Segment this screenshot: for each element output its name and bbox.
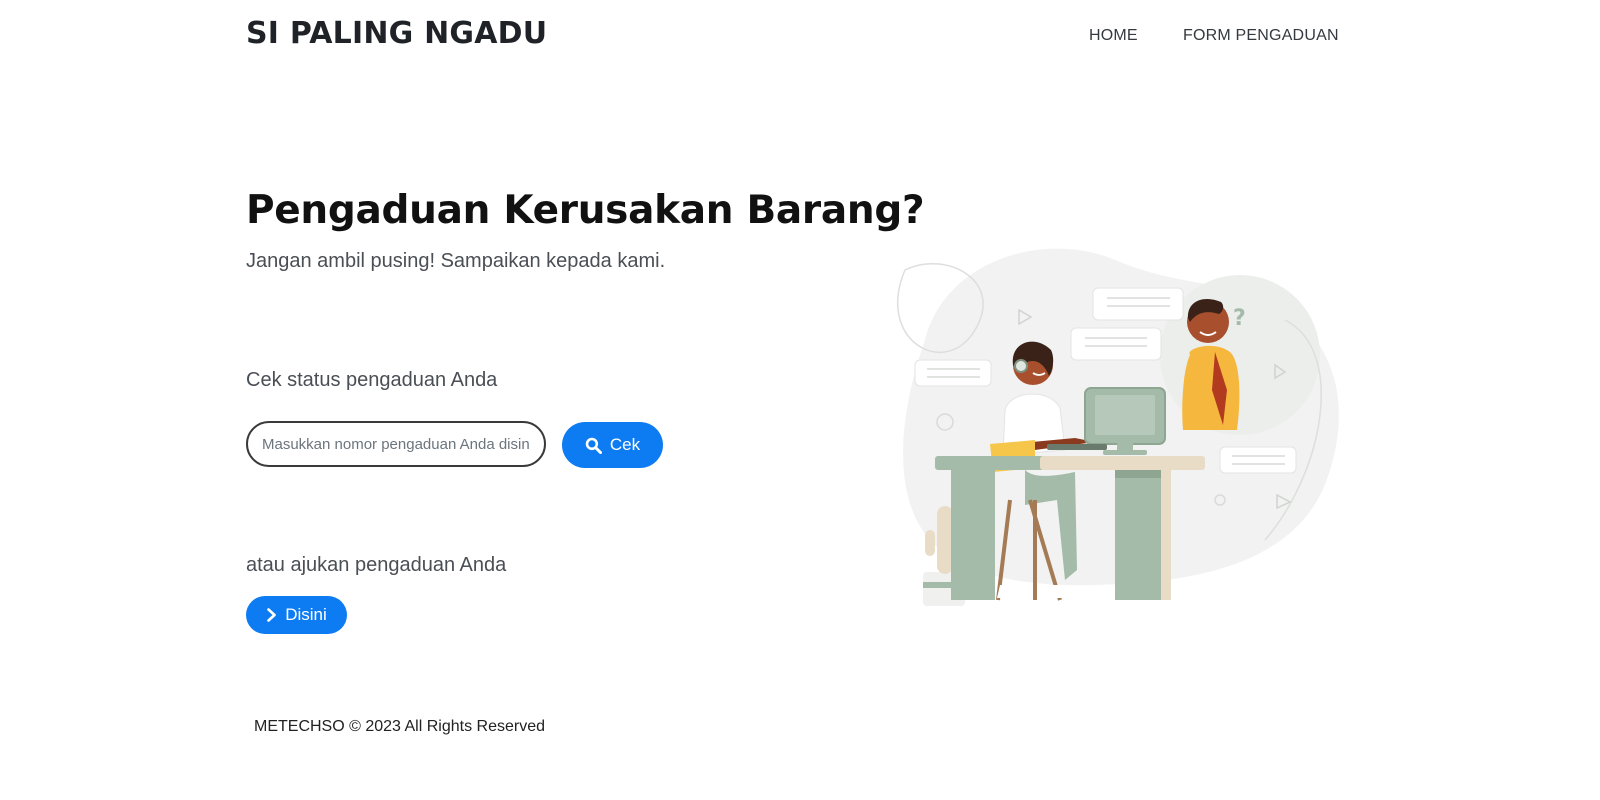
caller-body	[1182, 345, 1240, 430]
hero-title: Pengaduan Kerusakan Barang?	[246, 188, 925, 233]
cactus	[937, 506, 953, 574]
speech-bubble	[1219, 446, 1297, 474]
headset-icon	[1014, 359, 1028, 373]
disini-button-label: Disini	[285, 605, 327, 624]
keyboard	[1047, 444, 1107, 450]
speech-bubble	[1070, 327, 1162, 361]
agent-shoe	[1048, 585, 1065, 598]
customer-service-illustration: ?	[897, 248, 1339, 606]
desk-leg	[1115, 470, 1161, 600]
complaint-number-input[interactable]	[246, 421, 546, 467]
cek-button-label: Cek	[609, 435, 641, 454]
speech-bubble	[914, 359, 992, 387]
chevron-right-icon	[267, 608, 277, 622]
nav-form-pengaduan-link[interactable]: FORM PENGADUAN	[1183, 27, 1339, 45]
hero-subtitle: Jangan ambil pusing! Sampaikan kepada ka…	[246, 250, 666, 272]
disini-button[interactable]: Disini	[246, 596, 347, 634]
speech-bubble	[1092, 287, 1184, 321]
nav-home-link[interactable]: HOME	[1089, 27, 1138, 45]
search-icon	[585, 437, 602, 454]
top-nav: HOME FORM PENGADUAN	[0, 27, 1600, 47]
footer-copyright: METECHSO © 2023 All Rights Reserved	[254, 718, 546, 735]
desk-leg	[951, 470, 995, 600]
cek-button[interactable]: Cek	[562, 422, 663, 468]
question-mark-icon: ?	[1233, 306, 1246, 331]
submit-complaint-label: atau ajukan pengaduan Anda	[246, 554, 507, 576]
page: SI PALING NGADU HOME FORM PENGADUAN Peng…	[0, 0, 1600, 800]
status-check-label: Cek status pengaduan Anda	[246, 369, 498, 391]
